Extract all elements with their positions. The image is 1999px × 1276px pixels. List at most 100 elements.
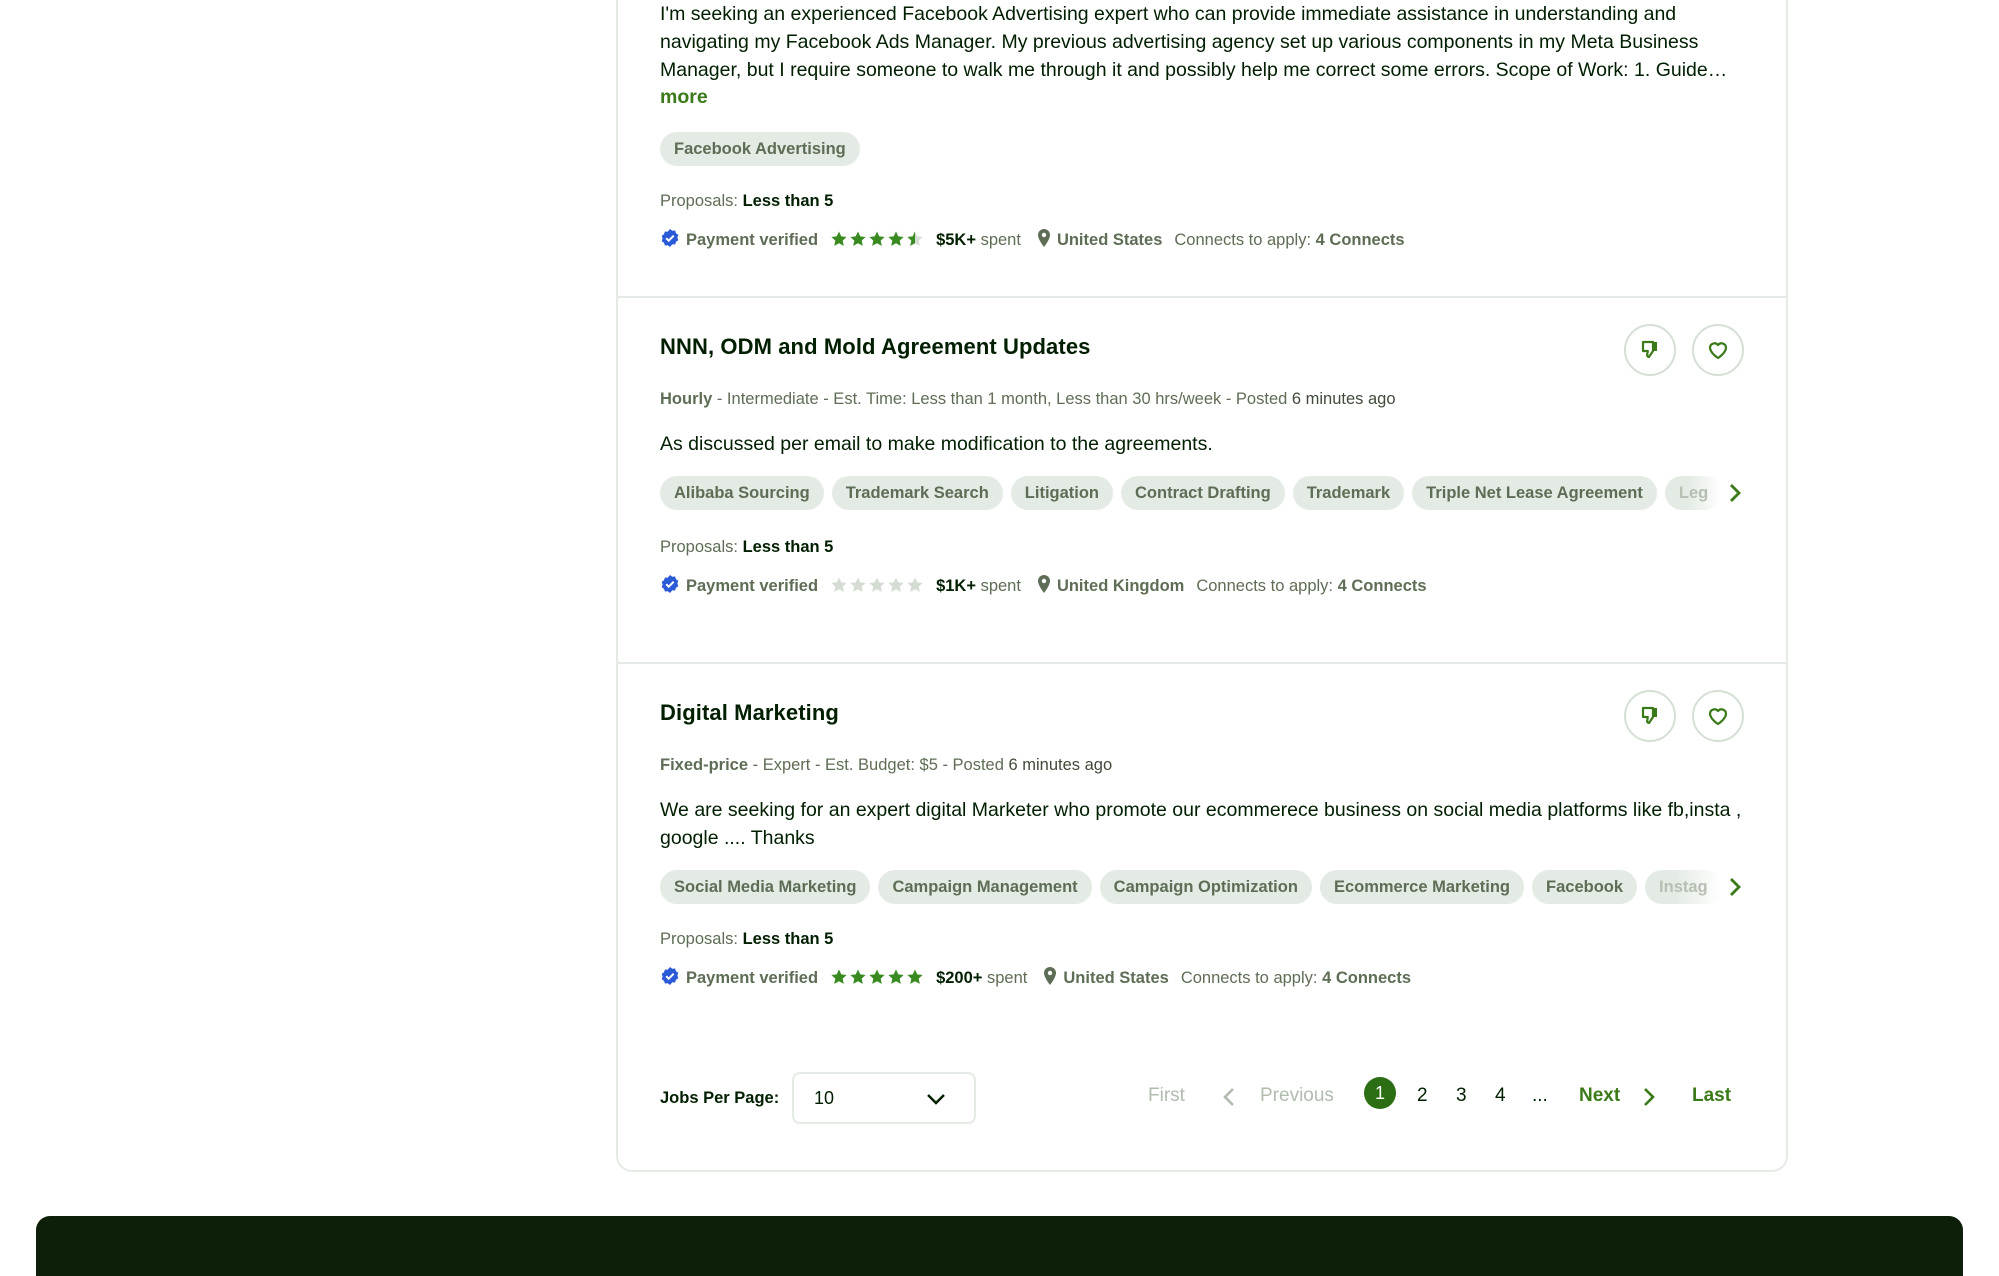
payment-status: Payment verified [686,576,819,595]
star-icon [907,969,923,984]
location-pin-icon [1043,966,1057,991]
star-icon [850,577,866,592]
skill-tag[interactable]: Trademark Search [831,476,1003,510]
client-info: Payment verified $200+ spent United Stat… [660,966,1411,990]
page-3-button[interactable]: 3 [1456,1085,1467,1107]
jobs-per-page-value: 10 [814,1087,835,1108]
job-meta: Fixed-price - Expert - Est. Budget: $5 -… [660,756,1113,774]
skill-tag[interactable]: Trademark [1292,476,1405,510]
skill-tag[interactable]: Instag [1645,870,1722,904]
skill-tags: Alibaba Sourcing Trademark Search Litiga… [660,476,1726,512]
skill-tag[interactable]: Facebook Advertising [660,132,860,166]
job-type: Fixed-price [660,756,749,774]
thumbs-down-icon [1641,340,1657,359]
star-icon [869,231,885,246]
star-icon [888,577,904,592]
verified-badge-icon [660,228,680,253]
chevron-right-icon [1730,484,1741,502]
page-4-button[interactable]: 4 [1495,1085,1506,1107]
next-page-button[interactable]: Next [1579,1085,1620,1107]
verified-badge-icon [660,966,680,991]
thumbs-down-icon [1641,706,1657,725]
posted-time: 6 minutes ago [1008,756,1113,774]
proposals-info: Proposals: Less than 5 [660,192,833,211]
proposals-value: Less than 5 [742,192,834,210]
half-star-icon [907,231,916,246]
client-rating-stars [830,576,924,596]
client-spent: $1K+ spent [936,576,1021,595]
job-feed-card: I'm seeking an experienced Facebook Adve… [616,0,1788,1172]
chevron-down-icon [926,1090,946,1111]
skill-tags: Social Media Marketing Campaign Manageme… [660,870,1726,906]
skill-tag[interactable]: Litigation [1010,476,1114,510]
client-spent: $200+ spent [936,968,1028,987]
client-spent: $5K+ spent [936,230,1021,249]
payment-status: Payment verified [686,230,819,249]
skill-tag[interactable]: Facebook [1532,870,1638,904]
skill-tags: Facebook Advertising [660,132,860,168]
site-footer [36,1216,1963,1276]
star-icon [831,577,847,592]
skill-tag[interactable]: Triple Net Lease Agreement [1412,476,1657,510]
client-rating-stars [830,968,924,988]
save-job-button[interactable] [1692,324,1744,376]
client-rating-stars [830,230,924,250]
save-job-button[interactable] [1692,690,1744,742]
skill-tag[interactable]: Contract Drafting [1121,476,1285,510]
star-icon [831,231,847,246]
star-icon [888,969,904,984]
skill-tag[interactable]: Campaign Management [878,870,1092,904]
proposals-value: Less than 5 [742,930,834,948]
star-icon [869,577,885,592]
job-description: As discussed per email to make modificat… [660,433,1213,455]
more-link[interactable]: more [660,86,708,109]
job-type: Hourly [660,390,713,408]
location-pin-icon [1037,574,1051,599]
previous-page-button[interactable]: Previous [1260,1085,1334,1107]
proposals-info: Proposals: Less than 5 [660,930,834,948]
chevron-right-icon [1642,1087,1656,1113]
tags-scroll-right-button[interactable] [1720,476,1750,510]
tags-scroll-right-button[interactable] [1720,870,1750,904]
proposals-label: Proposals: [660,192,738,210]
connects-info: Connects to apply: 4 Connects [1174,230,1405,249]
skill-tag[interactable]: Leg [1664,476,1723,510]
client-location: United Kingdom [1056,576,1185,595]
divider [618,296,1786,298]
dislike-button[interactable] [1624,324,1676,376]
client-location: United States [1056,230,1163,249]
page-1-button[interactable]: 1 [1364,1077,1396,1109]
star-icon [907,577,923,592]
job-meta: Hourly - Intermediate - Est. Time: Less … [660,390,1396,408]
posted-time: 6 minutes ago [1291,390,1396,408]
dislike-button[interactable] [1624,690,1676,742]
pagination-ellipsis: ... [1532,1085,1548,1106]
skill-tag[interactable]: Ecommerce Marketing [1319,870,1525,904]
page-2-button[interactable]: 2 [1417,1085,1428,1107]
first-page-button[interactable]: First [1148,1085,1185,1107]
divider [618,662,1786,664]
connects-info: Connects to apply: 4 Connects [1180,968,1412,987]
star-icon [850,231,866,246]
chevron-left-icon [1222,1087,1236,1113]
skill-tag[interactable]: Alibaba Sourcing [660,476,824,510]
job-title[interactable]: NNN, ODM and Mold Agreement Updates [660,334,1091,360]
client-info: Payment verified $5K+ spent United State… [660,228,1405,252]
location-pin-icon [1037,228,1051,253]
payment-status: Payment verified [686,968,819,987]
star-icon [888,231,904,246]
proposals-info: Proposals: Less than 5 [660,538,834,556]
skill-tag[interactable]: Social Media Marketing [660,870,871,904]
pagination-bar: Jobs Per Page: 10 First Previous 1 2 3 4… [618,1072,1786,1128]
star-icon [869,969,885,984]
star-icon [831,969,847,984]
last-page-button[interactable]: Last [1692,1085,1731,1107]
jobs-per-page-label: Jobs Per Page: [660,1089,780,1107]
job-title[interactable]: Digital Marketing [660,700,839,726]
heart-icon [1708,708,1728,726]
star-icon [850,969,866,984]
skill-tag[interactable]: Campaign Optimization [1099,870,1312,904]
jobs-per-page-select[interactable]: 10 [792,1072,976,1124]
proposals-value: Less than 5 [742,538,834,556]
job-description: We are seeking for an expert digital Mar… [660,799,1742,849]
